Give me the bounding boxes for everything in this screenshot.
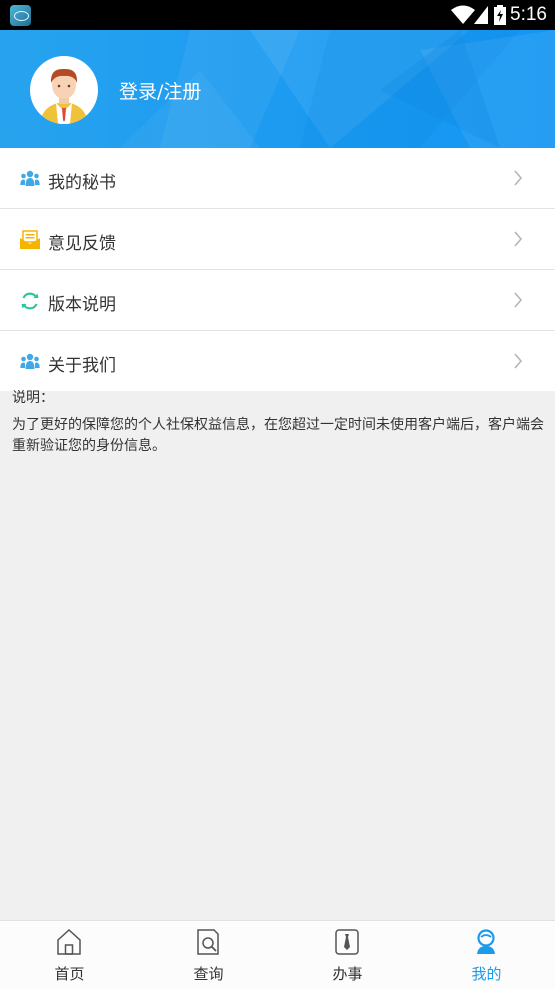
tab-label: 查询 <box>193 965 224 983</box>
tie-icon <box>335 929 359 955</box>
tab-label: 首页 <box>54 965 85 983</box>
menu-item-label: 我的秘书 <box>48 173 116 193</box>
note-text: 为了更好的保障您的个人社保权益信息，在您超过一定时间未使用客户端后，客户端会重新… <box>12 417 544 454</box>
menu-item-about-us[interactable]: 关于我们 <box>0 331 555 391</box>
tab-query[interactable]: 查询 <box>139 921 278 989</box>
menu-item-feedback[interactable]: 意见反馈 <box>0 209 555 270</box>
bottom-tab-bar: 首页 查询 办事 我的 <box>0 920 555 989</box>
tab-mine[interactable]: 我的 <box>417 921 555 989</box>
status-bar: 5:16 <box>0 0 555 30</box>
tab-label: 办事 <box>332 965 363 983</box>
wifi-icon <box>451 5 475 24</box>
avatar-illustration <box>40 68 88 124</box>
home-icon <box>57 928 81 955</box>
refresh-icon <box>21 292 39 310</box>
menu-item-my-secretary[interactable]: 我的秘书 <box>0 148 555 209</box>
menu-item-label: 版本说明 <box>48 295 116 315</box>
chevron-right-icon <box>514 231 523 247</box>
profile-header: 登录/注册 <box>0 30 555 148</box>
battery-icon <box>494 5 506 25</box>
info-note: 说明： 为了更好的保障您的个人社保权益信息，在您超过一定时间未使用客户端后，客户… <box>12 388 547 457</box>
login-register-link[interactable]: 登录/注册 <box>119 77 201 104</box>
tab-label: 我的 <box>471 965 502 983</box>
menu-item-version-notes[interactable]: 版本说明 <box>0 270 555 331</box>
people-icon <box>20 170 40 186</box>
chevron-right-icon <box>514 170 523 186</box>
tab-home[interactable]: 首页 <box>0 921 139 989</box>
chevron-right-icon <box>514 353 523 369</box>
user-avatar[interactable] <box>30 56 98 124</box>
signal-icon <box>474 6 488 24</box>
note-title: 说明： <box>12 390 54 406</box>
envelope-icon <box>20 230 40 249</box>
people-icon <box>20 353 40 369</box>
menu-list: 我的秘书 意见反馈 版本说明 关于我们 <box>0 148 555 391</box>
tab-affairs[interactable]: 办事 <box>278 921 417 989</box>
search-doc-icon <box>197 929 219 955</box>
menu-item-label: 意见反馈 <box>48 234 116 254</box>
user-icon <box>477 929 495 954</box>
status-time: 5:16 <box>510 4 547 25</box>
app-notification-icon <box>10 5 31 26</box>
chevron-right-icon <box>514 292 523 308</box>
menu-item-label: 关于我们 <box>48 356 116 376</box>
